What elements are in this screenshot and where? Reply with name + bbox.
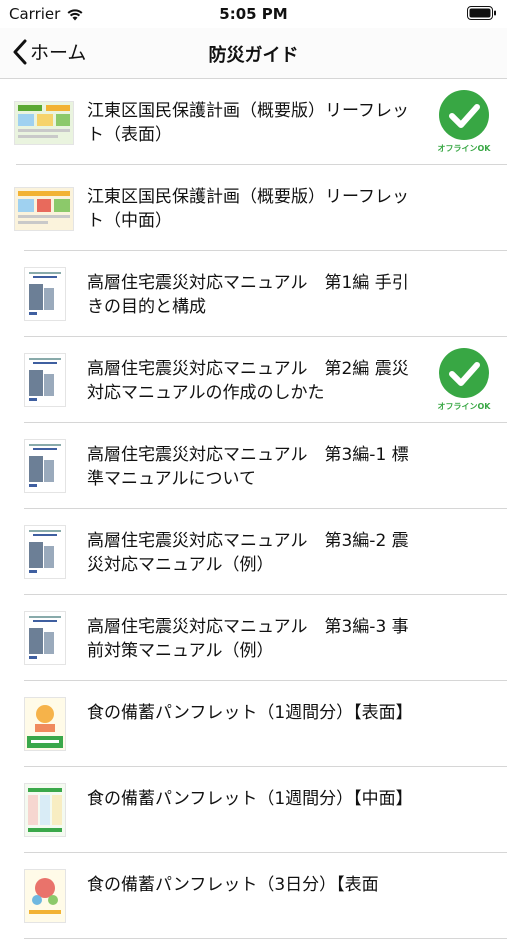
item-title: 高層住宅震災対応マニュアル 第2編 震災対応マニュアルの作成のしかた	[87, 359, 409, 403]
list-item[interactable]: 高層住宅震災対応マニュアル 第3編-3 事前対策マニュアル（例）	[0, 595, 507, 681]
status-bar: Carrier 5:05 PM	[0, 0, 507, 28]
list-item[interactable]: 食の備蓄パンフレット（1週間分）【表面】	[0, 681, 507, 767]
item-title: 高層住宅震災対応マニュアル 第3編-3 事前対策マニュアル（例）	[87, 617, 409, 661]
list-item[interactable]: 食の備蓄パンフレット（1週間分）【中面】	[0, 767, 507, 853]
item-title: 食の備蓄パンフレット（3日分）【表面	[87, 875, 379, 895]
leaflet-thumbnail	[14, 187, 74, 231]
manual-thumbnail	[24, 439, 66, 493]
list-item[interactable]: 江東区国民保護計画（概要版）リーフレット（表面） オフラインOK	[0, 79, 507, 165]
list-item[interactable]: 高層住宅震災対応マニュアル 第1編 手引きの目的と構成	[0, 251, 507, 337]
item-title: 食の備蓄パンフレット（1週間分）【表面】	[87, 703, 413, 723]
status-time: 5:05 PM	[219, 5, 288, 23]
list-item[interactable]: 高層住宅震災対応マニュアル 第3編-1 標準マニュアルについて	[0, 423, 507, 509]
offline-badge: オフラインOK	[435, 89, 493, 155]
leaflet-thumbnail	[14, 101, 74, 145]
manual-thumbnail	[24, 353, 66, 407]
offline-badge: オフラインOK	[435, 347, 493, 413]
list-item[interactable]: 高層住宅震災対応マニュアル 第3編-2 震災対応マニュアル（例）	[0, 509, 507, 595]
item-title: 江東区国民保護計画（概要版）リーフレット（中面）	[87, 187, 409, 231]
list-item[interactable]: 食の備蓄パンフレット（3日分）【表面	[0, 853, 507, 939]
manual-thumbnail	[24, 267, 66, 321]
manual-thumbnail	[24, 611, 66, 665]
checkmark-circle-icon	[439, 90, 489, 140]
item-title: 高層住宅震災対応マニュアル 第3編-2 震災対応マニュアル（例）	[87, 531, 409, 575]
item-title: 高層住宅震災対応マニュアル 第1編 手引きの目的と構成	[87, 273, 409, 317]
pamphlet-thumbnail	[24, 869, 66, 923]
navigation-bar: ホーム 防災ガイド	[0, 28, 507, 79]
item-title: 高層住宅震災対応マニュアル 第3編-1 標準マニュアルについて	[87, 445, 409, 489]
list-item[interactable]: 高層住宅震災対応マニュアル 第2編 震災対応マニュアルの作成のしかた オフライン…	[0, 337, 507, 423]
list-item[interactable]: 江東区国民保護計画（概要版）リーフレット（中面）	[0, 165, 507, 251]
item-title: 江東区国民保護計画（概要版）リーフレット（表面）	[87, 101, 409, 145]
offline-label: オフラインOK	[437, 144, 491, 153]
checkmark-circle-icon	[439, 348, 489, 398]
manual-thumbnail	[24, 525, 66, 579]
guide-list: 江東区国民保護計画（概要版）リーフレット（表面） オフラインOK 江東区国民保護…	[0, 79, 507, 939]
offline-label: オフラインOK	[437, 402, 491, 411]
battery-icon	[467, 6, 497, 24]
item-title: 食の備蓄パンフレット（1週間分）【中面】	[87, 789, 413, 809]
pamphlet-thumbnail	[24, 783, 66, 837]
pamphlet-thumbnail	[24, 697, 66, 751]
page-title: 防災ガイド	[208, 45, 299, 66]
